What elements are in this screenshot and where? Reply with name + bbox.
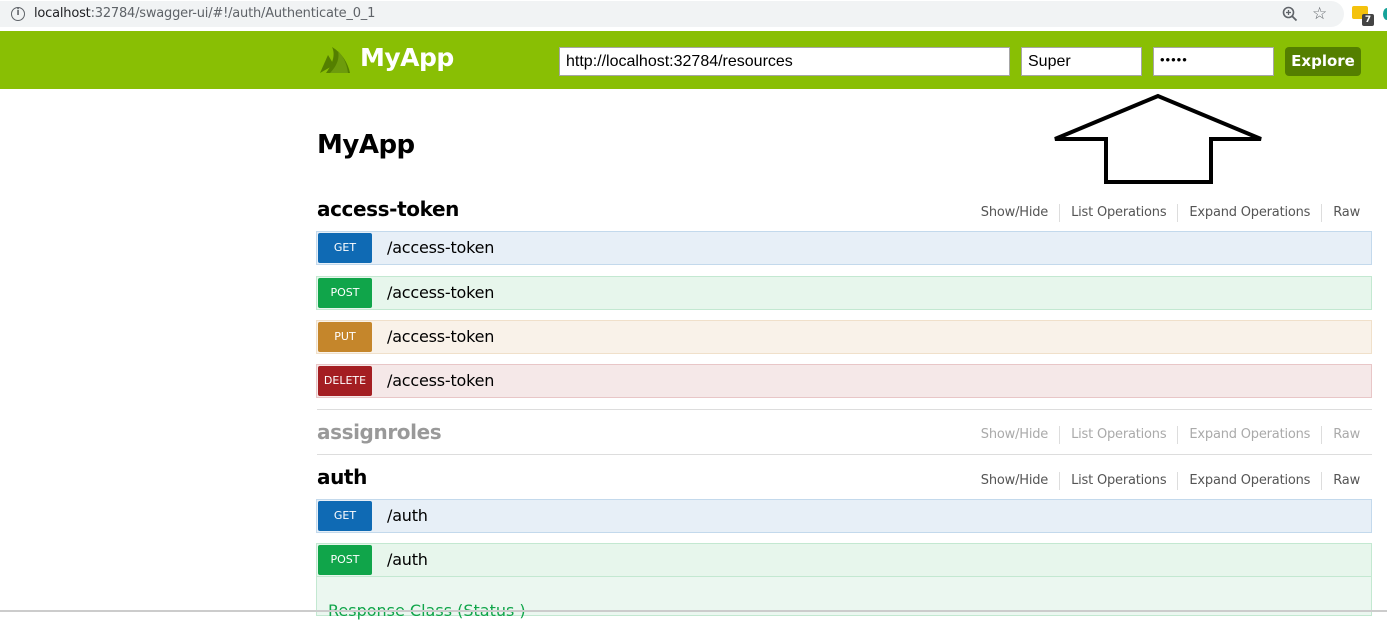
page-title: MyApp xyxy=(317,130,415,160)
resource-title-assignroles[interactable]: assignroles xyxy=(317,420,442,444)
list-operations-link[interactable]: List Operations xyxy=(1060,426,1179,444)
resource-options-auth: Show/Hide List Operations Expand Operati… xyxy=(970,472,1360,490)
raw-link[interactable]: Raw xyxy=(1322,472,1360,490)
browser-toolbar: i localhost:32784/swagger-ui/#!/auth/Aut… xyxy=(0,0,1387,31)
method-badge-get[interactable]: GET xyxy=(318,233,372,263)
operation-path[interactable]: /access-token xyxy=(387,283,494,302)
operation-path[interactable]: /access-token xyxy=(387,371,494,390)
swagger-logo-icon[interactable] xyxy=(318,45,352,75)
address-bar[interactable]: i localhost:32784/swagger-ui/#!/auth/Aut… xyxy=(0,1,1344,27)
url-host: localhost xyxy=(34,6,91,21)
app-logo-text[interactable]: MyApp xyxy=(360,43,454,72)
expand-operations-link[interactable]: Expand Operations xyxy=(1178,204,1323,222)
explore-button[interactable]: Explore xyxy=(1285,47,1361,76)
show-hide-link[interactable]: Show/Hide xyxy=(970,426,1061,444)
expand-operations-link[interactable]: Expand Operations xyxy=(1178,472,1323,490)
operation-path[interactable]: /access-token xyxy=(387,327,494,346)
raw-link[interactable]: Raw xyxy=(1322,204,1360,222)
method-badge-delete[interactable]: DELETE xyxy=(318,366,372,396)
resource-options-access-token: Show/Hide List Operations Expand Operati… xyxy=(970,204,1360,222)
operation-get-auth[interactable]: GET /auth xyxy=(316,499,1372,533)
method-badge-put[interactable]: PUT xyxy=(318,322,372,352)
operation-put-access-token[interactable]: PUT /access-token xyxy=(316,320,1372,354)
list-operations-link[interactable]: List Operations xyxy=(1060,472,1179,490)
operation-post-access-token[interactable]: POST /access-token xyxy=(316,276,1372,310)
extension-badge: 7 xyxy=(1362,14,1374,26)
resource-title-access-token[interactable]: access-token xyxy=(317,197,459,221)
show-hide-link[interactable]: Show/Hide xyxy=(970,472,1061,490)
show-hide-link[interactable]: Show/Hide xyxy=(970,204,1061,222)
swagger-header: MyApp ••••• Explore xyxy=(0,31,1387,89)
resource-title-auth[interactable]: auth xyxy=(317,465,367,489)
api-key-input[interactable] xyxy=(1021,47,1142,76)
raw-link[interactable]: Raw xyxy=(1322,426,1360,444)
password-field[interactable]: ••••• xyxy=(1153,47,1274,76)
method-badge-post[interactable]: POST xyxy=(318,278,372,308)
resource-divider xyxy=(317,409,1372,410)
url-text[interactable]: localhost:32784/swagger-ui/#!/auth/Authe… xyxy=(34,6,375,21)
info-icon[interactable]: i xyxy=(11,7,25,21)
url-path: :32784/swagger-ui/#!/auth/Authenticate_0… xyxy=(90,6,376,21)
bookmark-star-icon[interactable]: ☆ xyxy=(1312,4,1327,24)
resource-divider xyxy=(317,454,1372,455)
expand-operations-link[interactable]: Expand Operations xyxy=(1178,426,1323,444)
operation-path[interactable]: /access-token xyxy=(387,238,494,257)
resource-options-assignroles: Show/Hide List Operations Expand Operati… xyxy=(970,426,1360,444)
zoom-icon[interactable] xyxy=(1282,6,1298,22)
operation-delete-access-token[interactable]: DELETE /access-token xyxy=(316,364,1372,398)
operation-path[interactable]: /auth xyxy=(387,506,428,525)
operation-get-access-token[interactable]: GET /access-token xyxy=(316,231,1372,265)
base-url-input[interactable] xyxy=(559,47,1010,76)
method-badge-get[interactable]: GET xyxy=(318,501,372,531)
profile-icon[interactable] xyxy=(1383,8,1387,20)
annotation-arrow-icon xyxy=(1054,93,1262,184)
method-badge-post[interactable]: POST xyxy=(318,545,372,575)
list-operations-link[interactable]: List Operations xyxy=(1060,204,1179,222)
operation-post-auth[interactable]: POST /auth xyxy=(316,543,1372,577)
operation-path[interactable]: /auth xyxy=(387,550,428,569)
